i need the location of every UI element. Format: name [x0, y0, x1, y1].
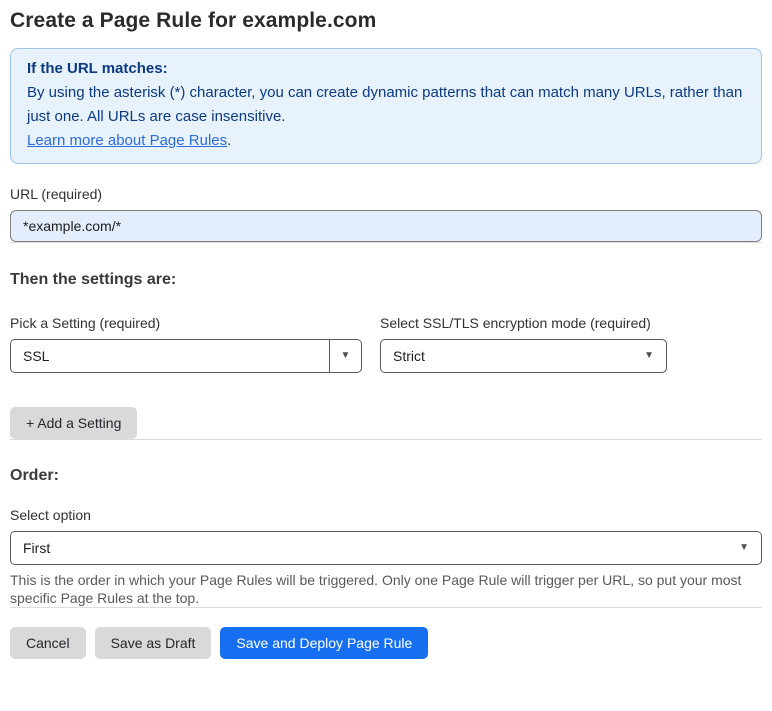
info-box-heading: If the URL matches:	[27, 60, 168, 77]
setting-picker-value: SSL	[23, 348, 50, 364]
setting-picker-column: Pick a Setting (required) SSL ▼	[10, 293, 362, 373]
create-page-rule-form: Create a Page Rule for example.com If th…	[0, 8, 772, 673]
cancel-button[interactable]: Cancel	[10, 627, 86, 659]
order-select[interactable]: First ▼	[10, 531, 762, 565]
save-draft-button[interactable]: Save as Draft	[94, 627, 212, 659]
page-title: Create a Page Rule for example.com	[10, 9, 377, 32]
learn-more-link[interactable]: Learn more about Page Rules	[27, 132, 227, 149]
ssl-mode-label: Select SSL/TLS encryption mode (required…	[380, 315, 651, 331]
add-setting-button[interactable]: + Add a Setting	[10, 407, 138, 439]
ssl-mode-value: Strict	[393, 348, 425, 364]
info-box-body: By using the asterisk (*) character, you…	[27, 84, 743, 125]
order-help-text: This is the order in which your Page Rul…	[10, 572, 742, 606]
ssl-mode-column: Select SSL/TLS encryption mode (required…	[380, 293, 667, 373]
setting-picker-arrow-box: ▼	[329, 340, 361, 372]
order-section-heading: Order:	[10, 467, 59, 484]
link-suffix: .	[227, 132, 232, 149]
footer-divider	[10, 607, 762, 608]
settings-row: Pick a Setting (required) SSL ▼ Select S…	[10, 293, 762, 373]
chevron-down-icon: ▼	[644, 350, 654, 361]
url-match-info-box: If the URL matches: By using the asteris…	[10, 48, 762, 164]
setting-picker-label: Pick a Setting (required)	[10, 315, 161, 331]
url-input[interactable]	[10, 210, 762, 242]
section-divider	[10, 439, 762, 440]
order-select-label: Select option	[10, 507, 91, 523]
chevron-down-icon: ▼	[739, 542, 749, 553]
section-divider	[10, 242, 762, 243]
ssl-mode-select[interactable]: Strict ▼	[380, 339, 667, 373]
settings-section-heading: Then the settings are:	[10, 271, 177, 288]
info-box-link-line: Learn more about Page Rules.	[27, 129, 745, 153]
footer-actions: Cancel Save as Draft Save and Deploy Pag…	[10, 627, 762, 659]
save-deploy-button[interactable]: Save and Deploy Page Rule	[220, 627, 429, 659]
order-select-value: First	[23, 540, 51, 556]
chevron-down-icon: ▼	[340, 350, 351, 361]
setting-picker-select[interactable]: SSL ▼	[10, 339, 362, 373]
url-field-label: URL (required)	[10, 186, 103, 202]
